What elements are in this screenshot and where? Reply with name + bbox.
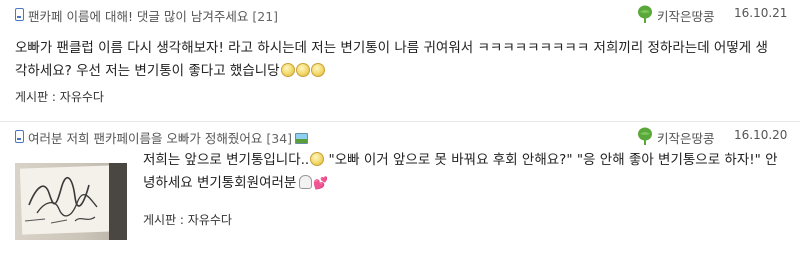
smiley-icon bbox=[310, 63, 325, 77]
ghost-icon bbox=[299, 175, 313, 189]
post-body-text[interactable]: 저희는 앞으로 변기통입니다.. bbox=[143, 152, 309, 168]
post-thumbnail[interactable] bbox=[15, 163, 127, 240]
post-header: 팬카페 이름에 대해! 댓글 많이 남겨주세요 [21] 키작은땅콩 16.10… bbox=[0, 0, 800, 30]
post-date: 16.10.21 bbox=[734, 6, 788, 20]
thumbnail-shadow bbox=[109, 163, 127, 240]
post-body[interactable]: 오빠가 팬클럽 이름 다시 생각해보자! 라고 하시는데 저는 변기통이 나름 … bbox=[15, 37, 775, 83]
post-title-link[interactable]: 팬카페 이름에 대해! 댓글 많이 남겨주세요 [21] bbox=[28, 6, 278, 25]
post-title-link[interactable]: 여러분 저희 팬카페이름을 오빠가 정해줬어요 [34] bbox=[28, 128, 309, 147]
post-title[interactable]: 팬카페 이름에 대해! 댓글 많이 남겨주세요 bbox=[28, 9, 248, 24]
tree-icon bbox=[638, 127, 652, 145]
post-body-text[interactable]: 오빠가 팬클럽 이름 다시 생각해보자! 라고 하시는데 저는 변기통이 나름 … bbox=[15, 40, 768, 79]
smiley-icon bbox=[280, 63, 295, 77]
post-item[interactable]: 여러분 저희 팬카페이름을 오빠가 정해줬어요 [34] 키작은땅콩 16.10… bbox=[0, 122, 800, 259]
document-icon bbox=[15, 130, 24, 143]
smiley-icon bbox=[310, 152, 325, 166]
author-name[interactable]: 키작은땅콩 bbox=[657, 128, 715, 147]
board-label[interactable]: 게시판 : 자유수다 bbox=[143, 211, 232, 228]
post-date: 16.10.20 bbox=[734, 128, 788, 142]
image-attachment-icon bbox=[295, 133, 309, 144]
post-item[interactable]: 팬카페 이름에 대해! 댓글 많이 남겨주세요 [21] 키작은땅콩 16.10… bbox=[0, 0, 800, 122]
document-icon bbox=[15, 8, 24, 21]
tree-icon bbox=[638, 5, 652, 23]
post-header: 여러분 저희 팬카페이름을 오빠가 정해줬어요 [34] 키작은땅콩 16.10… bbox=[0, 122, 800, 152]
post-body[interactable]: 저희는 앞으로 변기통입니다.. "오빠 이거 앞으로 못 바꿔요 후회 안해요… bbox=[143, 149, 783, 195]
author-name[interactable]: 키작은땅콩 bbox=[657, 6, 715, 25]
smiley-icon bbox=[295, 63, 310, 77]
comment-count: [21] bbox=[252, 9, 279, 24]
board-label[interactable]: 게시판 : 자유수다 bbox=[15, 88, 104, 105]
comment-count: [34] bbox=[266, 131, 293, 146]
post-title[interactable]: 여러분 저희 팬카페이름을 오빠가 정해줬어요 bbox=[28, 131, 262, 146]
hearts-icon: 💕 bbox=[313, 176, 329, 190]
